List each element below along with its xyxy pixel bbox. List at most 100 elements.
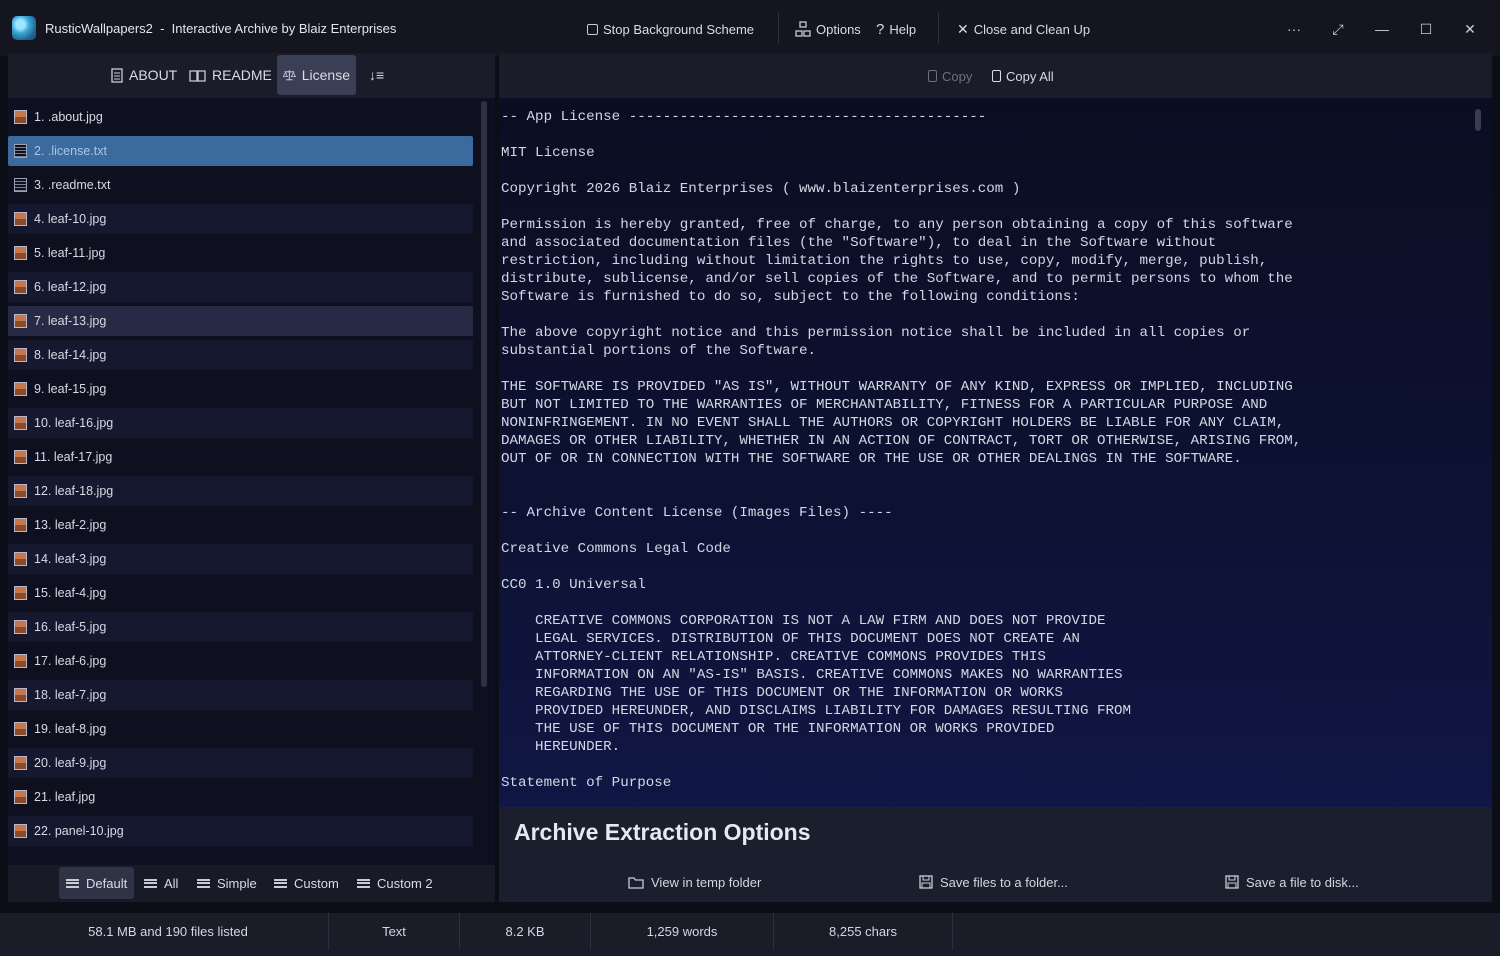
file-name: 13. leaf-2.jpg (34, 518, 107, 532)
file-list-item[interactable]: 8. leaf-14.jpg (8, 340, 473, 370)
file-list-item[interactable]: 2. .license.txt (8, 136, 473, 166)
tab-simple[interactable]: Simple (190, 867, 264, 899)
file-name: 3. .readme.txt (34, 178, 111, 192)
image-file-icon (14, 654, 27, 668)
stop-background-scheme-label: Stop Background Scheme (603, 21, 755, 37)
text-file-icon (14, 144, 27, 158)
fullscreen-button[interactable]: ⤢ (1327, 18, 1349, 40)
app-logo-icon (12, 16, 36, 40)
file-list-item[interactable]: 11. leaf-17.jpg (8, 442, 473, 472)
options-label: Options (816, 21, 861, 37)
extraction-title: Archive Extraction Options (514, 819, 811, 845)
tab-about[interactable]: ABOUT (105, 55, 183, 95)
toolbar-divider (778, 12, 779, 44)
tab-default[interactable]: Default (59, 867, 135, 899)
document-icon (111, 67, 123, 83)
toolbar-divider (938, 12, 939, 44)
tab-custom-2[interactable]: Custom 2 (350, 867, 440, 899)
file-name: 12. leaf-18.jpg (34, 484, 114, 498)
file-list-item[interactable]: 18. leaf-7.jpg (8, 680, 473, 710)
file-list-item[interactable]: 1. .about.jpg (8, 102, 473, 132)
file-list-item[interactable]: 7. leaf-13.jpg (8, 306, 473, 336)
file-list-item[interactable]: 4. leaf-10.jpg (8, 204, 473, 234)
tab-default-label: Default (86, 875, 128, 891)
options-button[interactable]: Options (795, 19, 861, 39)
stop-background-scheme-button[interactable]: Stop Background Scheme (587, 19, 754, 39)
file-list-item[interactable]: 21. leaf.jpg (8, 782, 473, 812)
file-list-item[interactable]: 6. leaf-12.jpg (8, 272, 473, 302)
save-files-to-folder-button[interactable]: Save files to a folder... (919, 872, 1068, 892)
copy-button[interactable]: Copy (928, 66, 972, 86)
file-list-item[interactable]: 13. leaf-2.jpg (8, 510, 473, 540)
copy-all-label: Copy All (1006, 68, 1054, 84)
image-file-icon (14, 246, 27, 260)
file-list-item[interactable]: 14. leaf-3.jpg (8, 544, 473, 574)
status-file-type: Text (382, 924, 406, 939)
close-and-clean-up-button[interactable]: ✕ Close and Clean Up (957, 19, 1090, 39)
extraction-options-panel: Archive Extraction Options View in temp … (499, 807, 1492, 902)
list-icon (66, 878, 79, 888)
list-icon (144, 878, 157, 888)
sort-button[interactable]: ↓≡ (363, 55, 390, 95)
file-name: 19. leaf-8.jpg (34, 722, 107, 736)
file-name: 18. leaf-7.jpg (34, 688, 107, 702)
text-file-icon (14, 178, 27, 192)
save-file-to-disk-button[interactable]: Save a file to disk... (1225, 872, 1359, 892)
file-name: 4. leaf-10.jpg (34, 212, 107, 226)
file-name: 20. leaf-9.jpg (34, 756, 107, 770)
file-name: 16. leaf-5.jpg (34, 620, 107, 634)
file-name: 5. leaf-11.jpg (34, 246, 106, 260)
save-icon (1225, 875, 1239, 889)
view-tabs: ABOUT README License ↓≡ (8, 53, 495, 98)
tab-all[interactable]: All (137, 867, 185, 899)
tab-readme[interactable]: README (183, 55, 278, 95)
file-list-item[interactable]: 3. .readme.txt (8, 170, 473, 200)
maximize-button[interactable]: ☐ (1415, 18, 1437, 40)
help-icon: ? (876, 20, 885, 38)
tab-license[interactable]: License (277, 55, 356, 95)
image-file-icon (14, 280, 27, 294)
tab-license-label: License (301, 67, 350, 83)
image-file-icon (14, 314, 27, 328)
file-list-scrollbar[interactable] (481, 101, 487, 687)
close-window-button[interactable]: ✕ (1459, 18, 1481, 40)
file-list-item[interactable]: 16. leaf-5.jpg (8, 612, 473, 642)
sort-icon: ↓≡ (369, 67, 385, 83)
folder-icon (628, 876, 644, 889)
file-list-item[interactable]: 10. leaf-16.jpg (8, 408, 473, 438)
file-list-item[interactable]: 5. leaf-11.jpg (8, 238, 473, 268)
tab-readme-label: README (212, 67, 272, 83)
file-name: 11. leaf-17.jpg (34, 450, 113, 464)
status-divider (952, 913, 953, 950)
list-icon (274, 878, 287, 888)
file-list-item[interactable]: 17. leaf-6.jpg (8, 646, 473, 676)
copy-all-button[interactable]: Copy All (992, 66, 1054, 86)
close-and-clean-up-label: Close and Clean Up (973, 21, 1091, 37)
help-label: Help (889, 21, 917, 37)
save-file-to-disk-label: Save a file to disk... (1246, 874, 1359, 890)
tab-custom-2-label: Custom 2 (377, 875, 433, 891)
file-name: 1. .about.jpg (34, 110, 103, 124)
file-name: 9. leaf-15.jpg (34, 382, 107, 396)
file-list-item[interactable]: 9. leaf-15.jpg (8, 374, 473, 404)
file-name: 17. leaf-6.jpg (34, 654, 107, 668)
more-options-button[interactable]: ··· (1283, 18, 1305, 40)
image-file-icon (14, 110, 27, 124)
view-in-temp-folder-button[interactable]: View in temp folder (628, 872, 761, 892)
document-scrollbar[interactable] (1475, 109, 1481, 131)
file-list-item[interactable]: 20. leaf-9.jpg (8, 748, 473, 778)
status-file-size: 8.2 KB (505, 924, 545, 939)
copy-toolbar: Copy Copy All (499, 53, 1492, 98)
copy-icon (992, 70, 1001, 82)
tab-custom[interactable]: Custom (267, 867, 346, 899)
file-list-item[interactable]: 19. leaf-8.jpg (8, 714, 473, 744)
scales-icon (283, 70, 296, 81)
image-file-icon (14, 824, 27, 838)
minimize-button[interactable]: — (1371, 18, 1393, 40)
document-text[interactable]: -- App License -------------------------… (501, 108, 1466, 843)
file-list-item[interactable]: 12. leaf-18.jpg (8, 476, 473, 506)
file-list: 1. .about.jpg 2. .license.txt 3. .readme.t… (8, 98, 495, 858)
file-list-item[interactable]: 22. panel-10.jpg (8, 816, 473, 846)
file-list-item[interactable]: 15. leaf-4.jpg (8, 578, 473, 608)
help-button[interactable]: ? Help (876, 19, 916, 39)
